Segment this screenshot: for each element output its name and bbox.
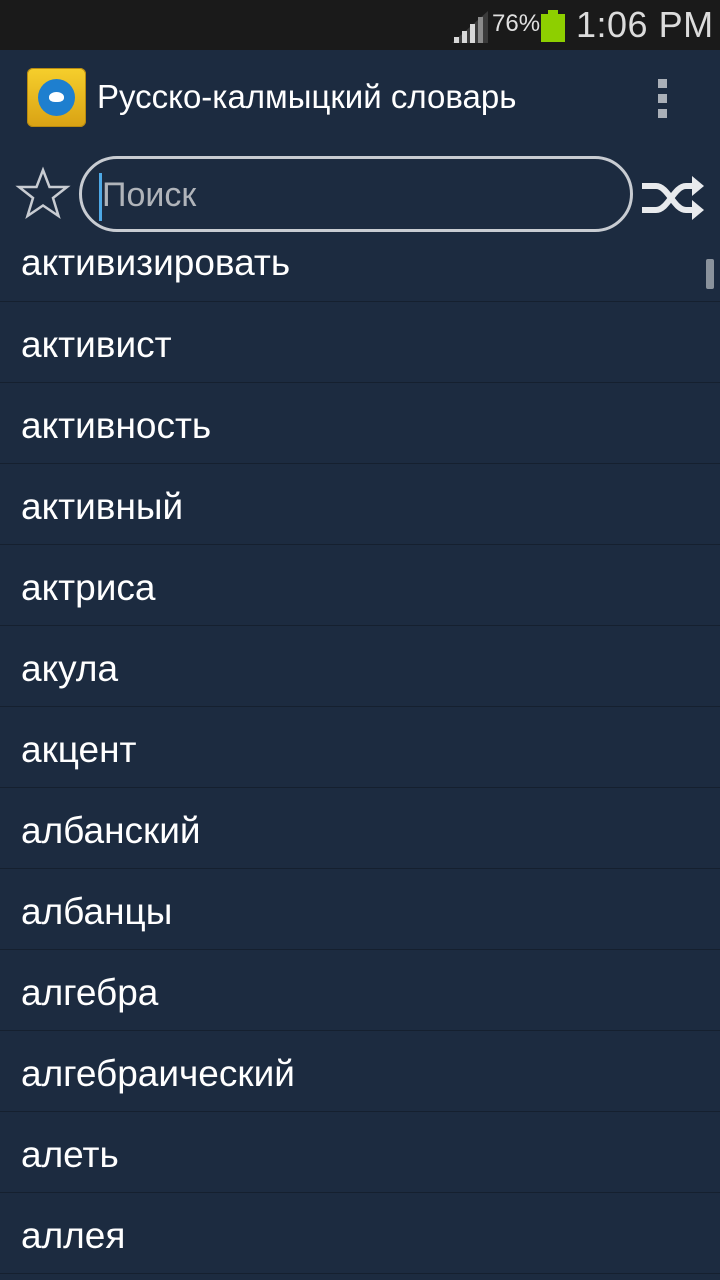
shuffle-icon[interactable]: [640, 174, 706, 222]
overflow-menu-icon[interactable]: [652, 76, 674, 120]
search-input[interactable]: [100, 169, 614, 221]
list-item-label: активность: [21, 405, 212, 446]
list-item[interactable]: активизировать: [0, 222, 720, 302]
list-item[interactable]: алгебра: [0, 950, 720, 1031]
list-item-label: алгебра: [21, 972, 159, 1013]
list-item-label: активизировать: [21, 242, 291, 283]
list-item[interactable]: актриса: [0, 545, 720, 626]
list-item[interactable]: активист: [0, 302, 720, 383]
list-item-label: албанский: [21, 810, 201, 851]
list-item[interactable]: активный: [0, 464, 720, 545]
list-item-label: акула: [21, 648, 119, 689]
list-item-label: акцент: [21, 729, 137, 770]
list-item[interactable]: акцент: [0, 707, 720, 788]
list-item-label: алгебраический: [21, 1053, 295, 1094]
action-bar: Русско-калмыцкий словарь: [0, 50, 720, 148]
search-box[interactable]: [79, 156, 633, 232]
list-item[interactable]: алгебраический: [0, 1031, 720, 1112]
list-item-label: алеть: [21, 1134, 119, 1175]
list-item[interactable]: акула: [0, 626, 720, 707]
list-item[interactable]: албанцы: [0, 869, 720, 950]
text-cursor: [99, 173, 102, 221]
battery-icon: [541, 10, 565, 42]
battery-percent: 76%: [492, 10, 541, 37]
list-item[interactable]: аллея: [0, 1193, 720, 1274]
list-item[interactable]: албанский: [0, 788, 720, 869]
app-title: Русско-калмыцкий словарь: [97, 78, 517, 115]
status-bar: 76% 1:06 PM: [0, 0, 720, 50]
list-item[interactable]: алеть: [0, 1112, 720, 1193]
list-item-label: актриса: [21, 567, 156, 608]
scrollbar[interactable]: [706, 259, 714, 289]
list-item-label: албанцы: [21, 891, 173, 932]
word-list[interactable]: активизировать активист активность актив…: [0, 222, 720, 1280]
signal-icon: [452, 11, 488, 43]
app-logo-icon[interactable]: [27, 68, 86, 127]
list-item[interactable]: активность: [0, 383, 720, 464]
status-time: 1:06 PM: [576, 4, 714, 45]
star-icon[interactable]: [14, 166, 72, 224]
list-item-label: активный: [21, 486, 184, 527]
list-item-label: активист: [21, 324, 172, 365]
list-item-label: аллея: [21, 1215, 126, 1256]
